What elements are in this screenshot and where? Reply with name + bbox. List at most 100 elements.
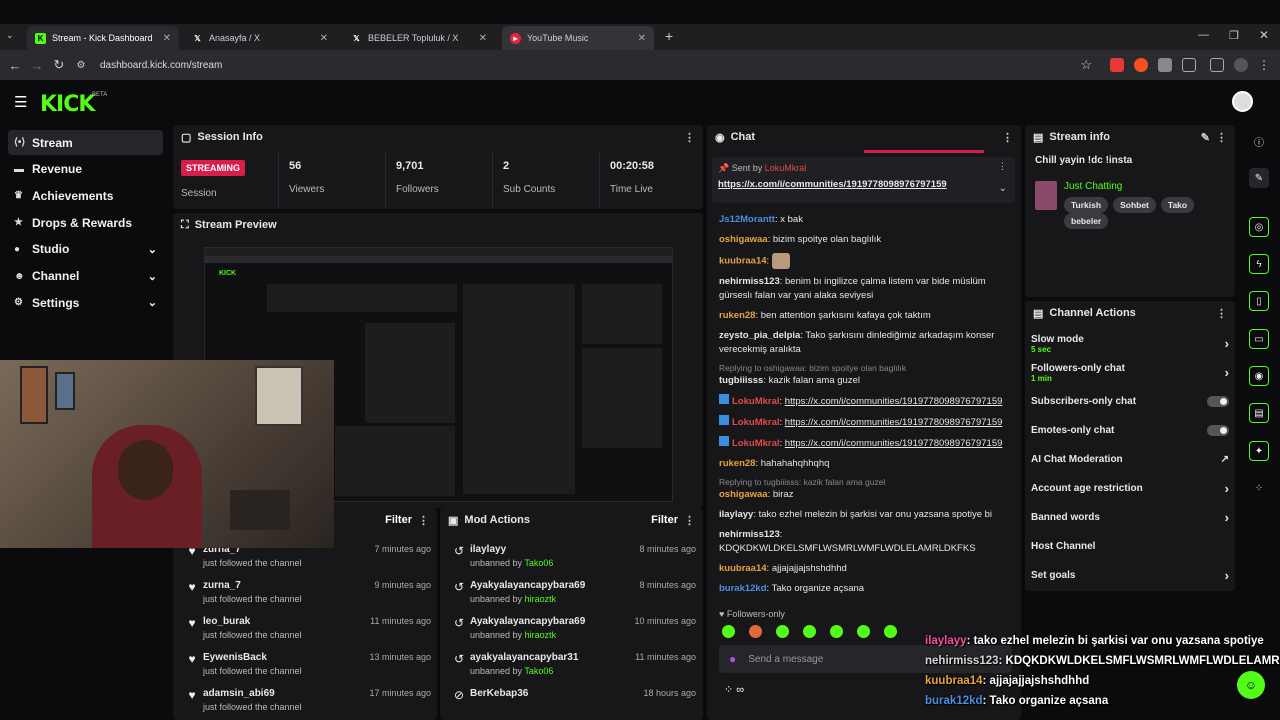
pinned-message[interactable]: 📌 Sent by LokuMkral https://x.com/i/comm… <box>712 157 1015 203</box>
window-close-icon[interactable]: ✕ <box>1259 28 1269 42</box>
chat-message[interactable]: burak12kd: Tako organize açsana <box>719 582 1012 596</box>
chat-username[interactable]: burak12kd <box>719 583 767 594</box>
edit-icon[interactable]: ✎ <box>1249 168 1269 188</box>
chat-message[interactable]: LokuMkral: https://x.com/i/communities/1… <box>719 415 1012 430</box>
site-info-icon[interactable]: ⚙ <box>70 60 92 71</box>
extension-orange-icon[interactable] <box>1134 58 1148 72</box>
filter-button[interactable]: Filter <box>385 514 412 526</box>
url-field[interactable]: dashboard.kick.com/stream <box>100 60 222 71</box>
restore-icon[interactable]: ❐ <box>1229 29 1239 42</box>
chevron-down-icon[interactable]: ⌄ <box>148 270 157 283</box>
follower-name[interactable]: zurna_7 <box>203 580 302 591</box>
chat-username[interactable]: ruken28 <box>719 458 755 469</box>
moderator-name[interactable]: Tako06 <box>524 558 553 568</box>
forward-icon[interactable]: → <box>26 58 48 73</box>
filter-button[interactable]: Filter <box>651 514 678 526</box>
chat-username[interactable]: zeysto_pia_delpia <box>719 330 800 341</box>
chevron-down-icon[interactable]: ⌄ <box>148 296 157 309</box>
chat-message[interactable]: ruken28: hahahahqhhqhq <box>719 457 1012 471</box>
profile-avatar-icon[interactable] <box>1234 58 1248 72</box>
follower-name[interactable]: adamsin_abi69 <box>203 688 302 699</box>
chat-message[interactable]: LokuMkral: https://x.com/i/communities/1… <box>719 394 1012 409</box>
chat-username[interactable]: LokuMkral <box>732 417 780 428</box>
emote-icon[interactable] <box>830 625 843 638</box>
minimize-icon[interactable]: — <box>1198 29 1209 41</box>
browser-menu-icon[interactable]: ⋮ <box>1258 58 1270 72</box>
chat-username[interactable]: ruken28 <box>719 310 755 321</box>
chat-message[interactable]: nehirmiss123: KDQKDKWLDKELSMFLWSMRLWMFLW… <box>719 528 1012 556</box>
bookmark-star-icon[interactable]: ☆ <box>1080 57 1092 73</box>
clipboard-icon[interactable]: ▯ <box>1249 291 1269 311</box>
toggle-switch[interactable] <box>1207 425 1229 436</box>
extension-gray-icon[interactable] <box>1158 58 1172 72</box>
channel-action-slow-mode[interactable]: Slow mode 5 sec › <box>1025 329 1235 358</box>
edit-icon[interactable]: ✎ <box>1201 131 1210 144</box>
wrench-icon[interactable]: ✦ <box>1249 441 1269 461</box>
chevron-right-icon[interactable]: › <box>1225 365 1229 380</box>
moderator-name[interactable]: hiraoztk <box>525 630 557 640</box>
emote-icon[interactable] <box>749 625 762 638</box>
list-item[interactable]: ♥ leo_burak just followed the channel 11 mi… <box>181 612 431 648</box>
more-options-icon[interactable]: ⋮ <box>684 131 695 144</box>
channel-action-subscribers-only-chat[interactable]: Subscribers-only chat <box>1025 387 1235 416</box>
close-icon[interactable]: ✕ <box>163 33 171 44</box>
chat-username[interactable]: ilaylayy <box>719 509 753 520</box>
chevron-right-icon[interactable]: › <box>1225 481 1229 496</box>
reading-list-icon[interactable] <box>1210 58 1224 72</box>
broadcast-icon[interactable]: ◉ <box>1249 366 1269 386</box>
chat-username[interactable]: nehirmiss123 <box>719 276 780 287</box>
sidebar-item-channel[interactable]: ☻ Channel ⌄ <box>8 264 163 289</box>
chat-message[interactable]: ruken28: ben attention şarkısını kafaya … <box>719 309 1012 323</box>
chat-message[interactable]: kuubraa14: <box>719 253 1012 269</box>
close-icon[interactable]: ✕ <box>320 33 328 44</box>
apps-icon[interactable]: ⁘ <box>1249 478 1269 498</box>
toggle-switch[interactable] <box>1207 396 1229 407</box>
reload-icon[interactable]: ↻ <box>48 57 70 73</box>
tab-x-home[interactable]: 𝕏 Anasayfa / X ✕ <box>184 26 336 50</box>
emote-icon[interactable] <box>857 625 870 638</box>
list-item[interactable]: ↺ ilaylayy unbanned by Tako06 8 minutes ago <box>448 540 696 576</box>
emote-icon[interactable] <box>884 625 897 638</box>
emote-icon[interactable] <box>803 625 816 638</box>
pinned-link[interactable]: https://x.com/i/communities/191977809897… <box>718 179 1009 190</box>
chevron-right-icon[interactable]: › <box>1225 568 1229 583</box>
chat-message[interactable]: Replying to oshigawaa: bizim spoitye ola… <box>719 363 1012 388</box>
list-item[interactable]: ↺ ayakyalayancapybar31 unbanned by Tako06 1… <box>448 648 696 684</box>
chat-link[interactable]: https://x.com/i/communities/191977809897… <box>785 396 1003 407</box>
channel-action-ai-chat-moderation[interactable]: AI Chat Moderation ↗ <box>1025 445 1235 474</box>
chat-message[interactable]: zeysto_pia_delpia: Tako şarkısını dinled… <box>719 329 1012 357</box>
chevron-down-icon[interactable]: ⌄ <box>999 183 1007 194</box>
list-item[interactable]: ♥ adamsin_abi69 just followed the channel 1… <box>181 684 431 720</box>
chat-username[interactable]: tugbiiisss <box>719 375 763 386</box>
chat-message[interactable]: LokuMkral: https://x.com/i/communities/1… <box>719 436 1012 451</box>
info-icon[interactable]: ⓘ <box>1249 131 1269 151</box>
chat-message[interactable]: Replying to tugbiiisss: kazik falan ama … <box>719 477 1012 502</box>
microphone-icon[interactable]: ● <box>729 652 736 666</box>
tab-search-icon[interactable]: ⌄ <box>6 30 14 41</box>
close-icon[interactable]: ✕ <box>638 33 646 44</box>
stream-tag[interactable]: Tako <box>1160 197 1195 213</box>
chat-message[interactable]: kuubraa14: ajjajajjajshshdhhd <box>719 562 1012 576</box>
chat-settings-icon[interactable]: ⁘ ∞ <box>724 683 744 696</box>
chat-username[interactable]: LokuMkral <box>732 438 780 449</box>
chat-username[interactable]: kuubraa14 <box>719 256 767 267</box>
chat-message[interactable]: nehirmiss123: benim bı ingilizce çalma l… <box>719 275 1012 303</box>
moderated-user[interactable]: BerKebap36 <box>470 688 528 699</box>
channel-action-set-goals[interactable]: Set goals › <box>1025 561 1235 590</box>
sidebar-item-revenue[interactable]: ▬ Revenue <box>8 157 163 182</box>
channel-action-host-channel[interactable]: Host Channel <box>1025 532 1235 561</box>
close-icon[interactable]: ✕ <box>479 33 487 44</box>
stream-tag[interactable]: Sohbet <box>1113 197 1156 213</box>
list-item[interactable]: ♥ EywenisBack just followed the channel 13 … <box>181 648 431 684</box>
more-options-icon[interactable]: ⋮ <box>418 514 429 527</box>
external-link-icon[interactable]: ↗ <box>1221 454 1229 465</box>
moderated-user[interactable]: Ayakyalayancapybara69 <box>470 616 585 627</box>
kick-logo[interactable]: KICK <box>40 92 95 117</box>
chat-username[interactable]: oshigawaa <box>719 489 768 500</box>
camera-icon[interactable]: ◎ <box>1249 217 1269 237</box>
chat-message[interactable]: oshigawaa: bizim spoitye olan baglılık <box>719 233 1012 247</box>
emote-icon[interactable] <box>722 625 735 638</box>
moderator-name[interactable]: Tako06 <box>524 666 553 676</box>
list-item[interactable]: ↺ Ayakyalayancapybara69 unbanned by hiraoz… <box>448 612 696 648</box>
chat-link[interactable]: https://x.com/i/communities/191977809897… <box>785 417 1003 428</box>
